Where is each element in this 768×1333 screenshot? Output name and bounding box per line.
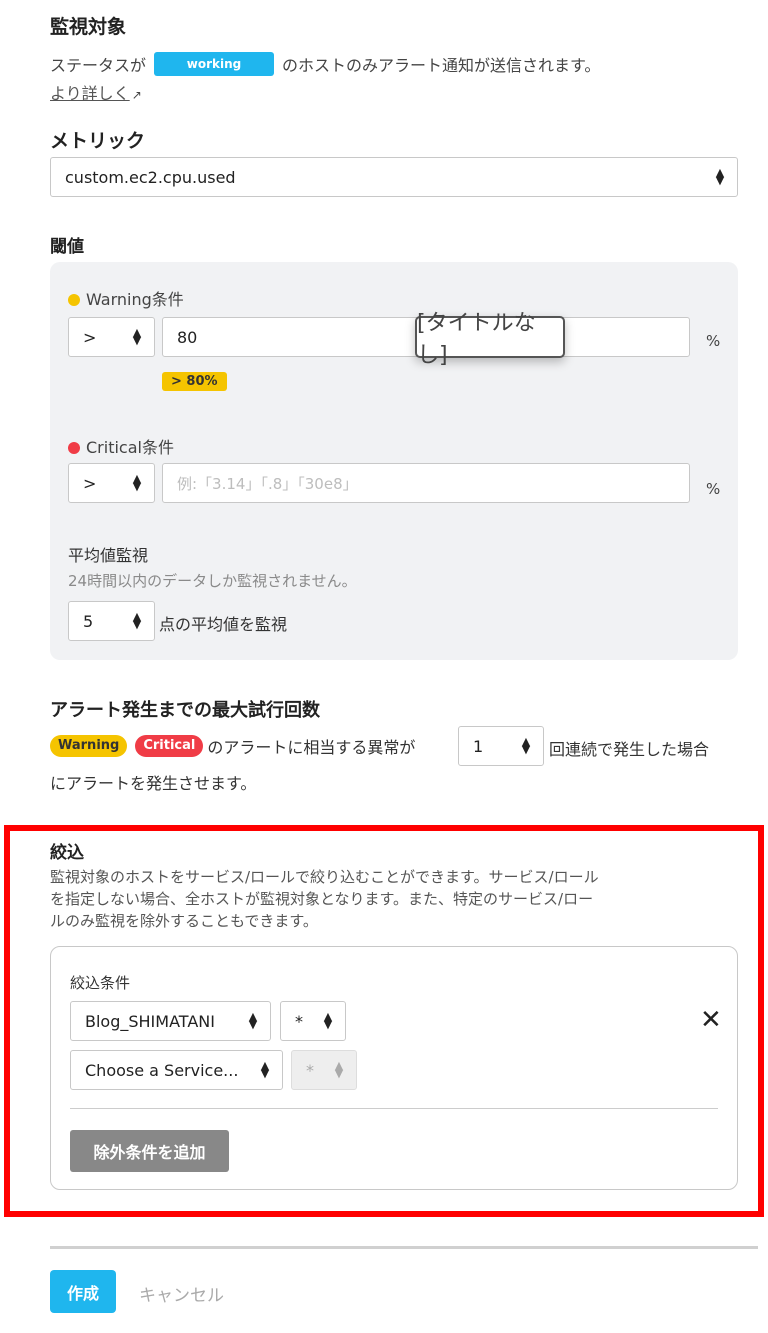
warning-label-text: Warning条件: [86, 290, 184, 309]
monitor-target-prefix: ステータスが: [50, 56, 147, 75]
filter-desc-line1: 監視対象のホストをサービス/ロールで絞り込むことができます。サービス/ロール: [50, 868, 599, 886]
filter-title: 絞込: [50, 843, 84, 863]
average-title: 平均値監視: [68, 546, 149, 565]
select-arrows-icon: ▲ ▼: [132, 472, 142, 493]
more-info-link[interactable]: より詳しく ↗: [50, 80, 142, 104]
average-points-select[interactable]: 5 ▲ ▼: [68, 601, 155, 641]
role-select-value: *: [295, 1011, 303, 1031]
filter-desc-line3: ルのみ監視を除外することもできます。: [50, 912, 318, 930]
retry-count-select[interactable]: 1 ▲ ▼: [458, 726, 544, 766]
retry-title: アラート発生までの最大試行回数: [50, 700, 320, 721]
exclude-service-placeholder: Choose a Service...: [85, 1060, 239, 1080]
critical-value-placeholder: 例:「3.14」「.8」「30e8」: [177, 474, 358, 493]
exclude-role-select-disabled: * ▲ ▼: [291, 1050, 357, 1090]
select-arrows-icon: ▲ ▼: [260, 1059, 270, 1080]
warning-dot-icon: [68, 294, 80, 306]
metric-select-value: custom.ec2.cpu.used: [65, 167, 236, 187]
retry-count-value: 1: [473, 736, 484, 756]
critical-value-input[interactable]: 例:「3.14」「.8」「30e8」: [162, 463, 690, 503]
warning-operator-value: >: [83, 327, 97, 347]
critical-condition-label: Critical条件: [68, 434, 174, 458]
threshold-title: 閾値: [50, 237, 84, 257]
filter-desc-line2: を指定しない場合、全ホストが監視対象となります。また、特定のサービス/ロー: [50, 890, 594, 908]
warning-pill: Warning: [50, 735, 128, 757]
critical-dot-icon: [68, 442, 80, 454]
warning-condition-label: Warning条件: [68, 286, 184, 310]
external-link-icon: ↗: [131, 88, 142, 102]
select-arrows-icon: ▲ ▼: [132, 610, 142, 631]
metric-select[interactable]: custom.ec2.cpu.used ▲ ▼: [50, 157, 738, 197]
add-exclude-condition-button[interactable]: 除外条件を追加: [70, 1130, 229, 1172]
select-arrows-icon: ▲ ▼: [334, 1059, 344, 1080]
critical-operator-select[interactable]: > ▲ ▼: [68, 463, 155, 503]
remove-condition-close-icon[interactable]: ✕: [700, 1006, 722, 1034]
average-points-value: 5: [83, 611, 94, 631]
monitor-target-suffix: のホストのみアラート通知が送信されます。: [282, 56, 601, 75]
retry-text-before: のアラートに相当する異常が: [207, 738, 416, 757]
retry-text-after: 回連続で発生した場合: [549, 740, 710, 759]
select-arrows-icon: ▲ ▼: [715, 166, 725, 187]
exclude-role-value: *: [306, 1060, 314, 1080]
filter-divider: [70, 1108, 718, 1109]
service-select[interactable]: Blog_SHIMATANI ▲ ▼: [70, 1001, 271, 1041]
retry-sentence: Warning Critical のアラートに相当する異常が: [50, 726, 415, 766]
role-select[interactable]: * ▲ ▼: [280, 1001, 346, 1041]
metric-title: メトリック: [50, 130, 146, 152]
critical-pill: Critical: [135, 735, 204, 757]
average-suffix: 点の平均値を監視: [159, 615, 288, 634]
warning-unit: %: [706, 332, 721, 350]
filter-description: 監視対象のホストをサービス/ロールで絞り込むことができます。サービス/ロール を…: [50, 866, 599, 932]
average-note: 24時間以内のデータしか監視されません。: [68, 572, 357, 590]
service-select-value: Blog_SHIMATANI: [85, 1011, 215, 1031]
cancel-link[interactable]: キャンセル: [139, 1281, 224, 1306]
retry-text-line2: にアラートを発生させます。: [50, 774, 257, 793]
warning-value-text: 80: [177, 327, 198, 347]
select-arrows-icon: ▲ ▼: [248, 1010, 258, 1031]
critical-label-text: Critical条件: [86, 438, 174, 457]
status-badge: working: [154, 52, 275, 76]
untitled-tooltip: [タイトルなし]: [415, 311, 565, 368]
select-arrows-icon: ▲ ▼: [323, 1010, 333, 1031]
create-button[interactable]: 作成: [50, 1270, 116, 1313]
monitor-target-title: 監視対象: [50, 16, 127, 38]
critical-operator-value: >: [83, 473, 97, 493]
footer-divider: [50, 1246, 758, 1249]
select-arrows-icon: ▲ ▼: [521, 735, 531, 756]
critical-unit: %: [706, 480, 721, 498]
warning-preview-badge: > 80%: [162, 372, 227, 391]
warning-operator-select[interactable]: > ▲ ▼: [68, 317, 155, 357]
filter-condition-label: 絞込条件: [70, 974, 131, 992]
select-arrows-icon: ▲ ▼: [132, 326, 142, 347]
more-info-link-label[interactable]: より詳しく: [50, 84, 130, 103]
exclude-service-select[interactable]: Choose a Service... ▲ ▼: [70, 1050, 283, 1090]
monitor-target-description: ステータスが working のホストのみアラート通知が送信されます。: [50, 52, 600, 76]
